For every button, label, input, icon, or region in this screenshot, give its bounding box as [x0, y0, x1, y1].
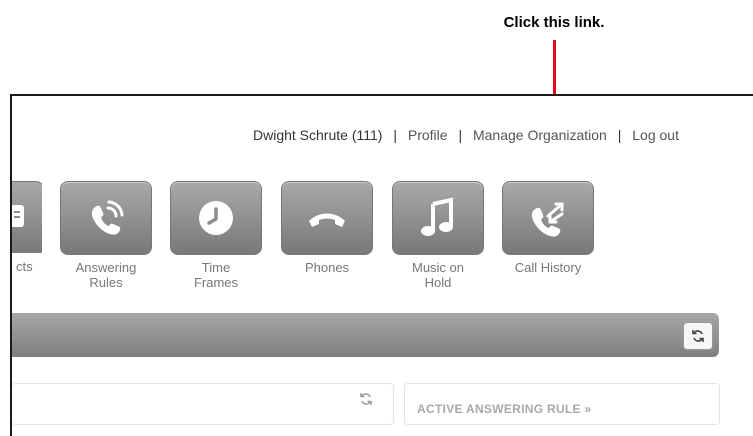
contacts-icon	[10, 205, 24, 227]
manage-organization-link[interactable]: Manage Organization	[473, 127, 607, 143]
tile-call-history[interactable]: Call History	[502, 181, 594, 275]
tile-label-line: Answering	[75, 260, 137, 275]
tile-button[interactable]	[502, 181, 594, 255]
refresh-button[interactable]	[683, 322, 713, 350]
tile-label: cts	[16, 259, 33, 274]
tile-label-line: Music on	[411, 260, 465, 275]
tile-phones[interactable]: Phones	[281, 181, 373, 275]
left-panel	[12, 383, 394, 425]
toolbar-bar	[12, 313, 719, 357]
panel-refresh-icon[interactable]	[359, 392, 373, 406]
clock-icon	[199, 201, 233, 235]
tile-label-line: Time	[201, 260, 231, 275]
user-name: Dwight Schrute (111)	[253, 127, 383, 143]
tile-answering-rules[interactable]: Answering Rules	[60, 181, 152, 290]
logout-link[interactable]: Log out	[632, 127, 679, 143]
active-answering-rule-link[interactable]: ACTIVE ANSWERING RULE »	[417, 402, 591, 416]
profile-link[interactable]: Profile	[408, 127, 448, 143]
tile-label-line: Hold	[424, 275, 452, 290]
tile-time-frames[interactable]: Time Frames	[170, 181, 262, 290]
tile-button[interactable]	[281, 181, 373, 255]
instruction-callout: Click this link.	[503, 14, 605, 31]
refresh-icon	[692, 330, 704, 342]
active-answering-rule-panel: ACTIVE ANSWERING RULE »	[404, 383, 720, 425]
tile-button[interactable]	[60, 181, 152, 255]
tile-label-line: Phones	[304, 260, 350, 275]
handset-icon	[309, 213, 345, 227]
music-note-icon	[421, 197, 453, 236]
nav-separator: |	[617, 127, 622, 143]
tile-button[interactable]	[392, 181, 484, 255]
nav-separator: |	[393, 127, 397, 143]
tile-music-on-hold[interactable]: Music on Hold	[392, 181, 484, 290]
phone-waves-icon	[91, 200, 124, 235]
tile-label-line: Frames	[193, 275, 239, 290]
tile-label-line: Rules	[89, 275, 123, 290]
nav-separator: |	[458, 127, 463, 143]
tile-label-line: Call History	[514, 260, 582, 275]
tile-button[interactable]	[170, 181, 262, 255]
user-nav: Dwight Schrute (111) | Profile | Manage …	[253, 127, 679, 143]
call-history-icon	[531, 202, 564, 237]
